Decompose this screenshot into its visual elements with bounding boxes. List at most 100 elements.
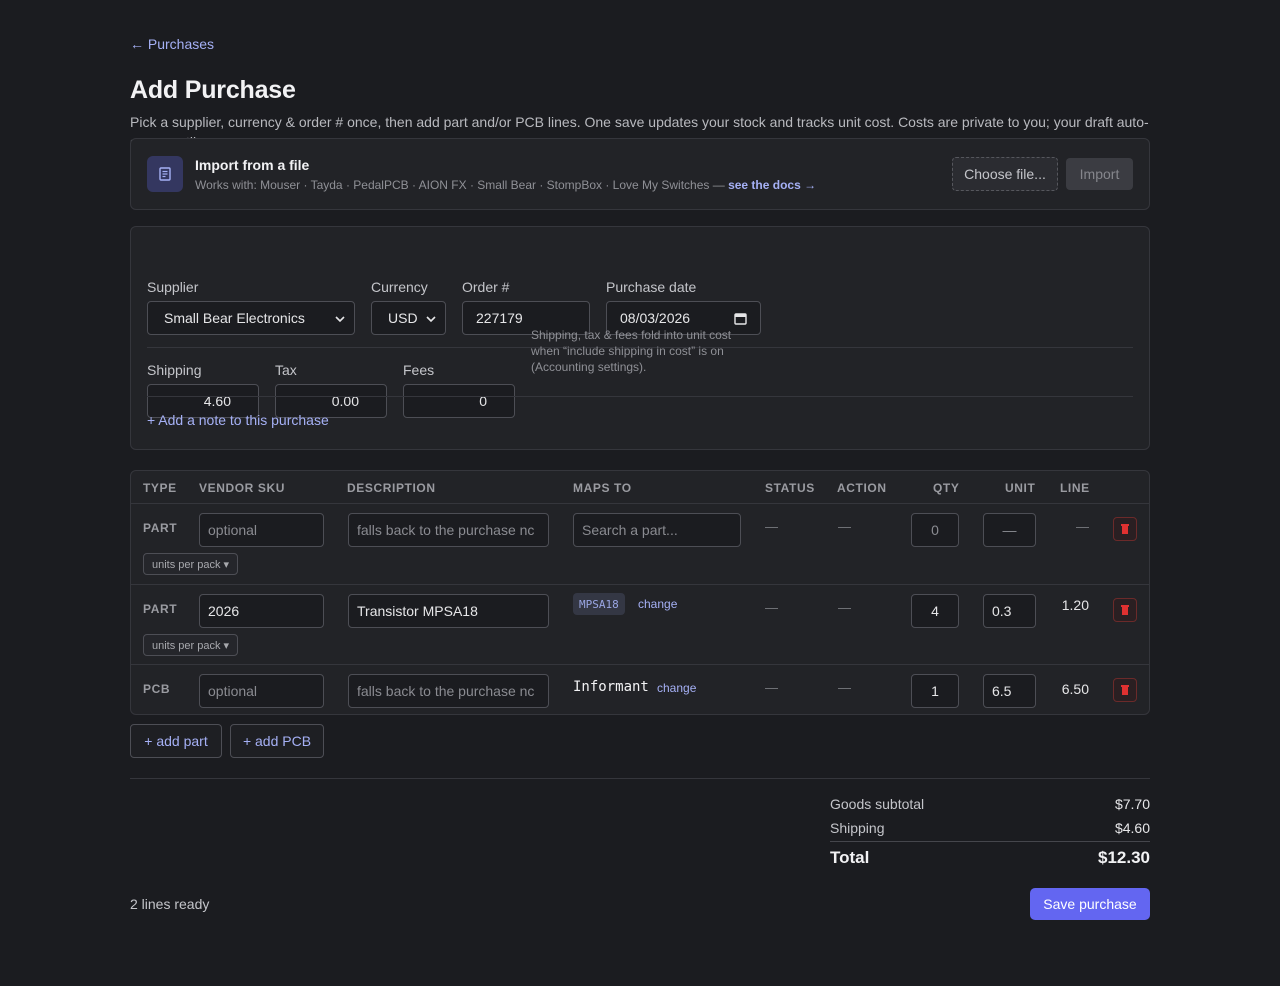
goods-subtotal-label: Goods subtotal [830, 796, 925, 812]
section-divider [130, 778, 1150, 779]
shipping-total-value: $4.60 [1114, 820, 1150, 836]
units-per-pack-toggle[interactable]: units per pack ▾ [143, 553, 239, 575]
unit-cost-input[interactable]: 0.3 [983, 594, 1036, 628]
unit-cost-value: — [1002, 522, 1017, 538]
shipping-label: Shipping [147, 362, 202, 378]
purchase-details-card: Supplier Small Bear Electronics Currency… [130, 226, 1150, 450]
goods-subtotal-row: Goods subtotal $7.70 [830, 796, 1150, 812]
supplier-value: Small Bear Electronics [164, 310, 305, 326]
column-header-line: LINE [1060, 481, 1090, 495]
add-pcb-button[interactable]: + add PCB [230, 724, 324, 758]
description-input[interactable]: falls back to the purchase nc [348, 674, 549, 708]
currency-select[interactable]: USD [371, 301, 446, 335]
back-to-purchases-link[interactable]: ← Purchases [130, 34, 214, 54]
qty-value: 1 [931, 683, 939, 699]
line-total: — [1076, 519, 1089, 534]
qty-input[interactable]: 0 [911, 513, 959, 547]
column-header-description: DESCRIPTION [347, 481, 436, 495]
line-total: 1.20 [1061, 597, 1089, 613]
qty-value: 0 [931, 522, 939, 538]
vendor-sku-input[interactable]: optional [199, 513, 324, 547]
row-type: PCB [143, 682, 171, 696]
add-note-link[interactable]: + Add a note to this purchase [147, 412, 329, 428]
column-header-unit: UNIT [1005, 481, 1036, 495]
fees-input[interactable]: 0 [403, 384, 515, 418]
save-purchase-button[interactable]: Save purchase [1030, 888, 1150, 920]
row-type: PART [143, 521, 178, 535]
supplier-select[interactable]: Small Bear Electronics [147, 301, 355, 335]
calendar-icon[interactable] [734, 312, 747, 325]
table-row: PCB optional falls back to the purchase … [131, 664, 1149, 714]
grand-total-row: Total $12.30 [830, 848, 1150, 868]
receipt-icon [147, 156, 183, 192]
grand-total-label: Total [830, 848, 870, 867]
grand-total-value: $12.30 [1098, 848, 1150, 867]
chevron-down-icon [335, 316, 345, 323]
table-row: PART 2026 Transistor MPSA18 MPSA18 chang… [131, 584, 1149, 664]
supplier-label: Supplier [147, 279, 199, 295]
add-part-button[interactable]: + add part [130, 724, 222, 758]
lines-ready-status: 2 lines ready [130, 896, 210, 912]
import-button[interactable]: Import [1066, 158, 1133, 190]
import-supported-vendors: Works with: Mouser · Tayda · PedalPCB · … [195, 178, 816, 192]
purchase-date-label: Purchase date [606, 279, 697, 295]
page: ← Purchases Add Purchase Pick a supplier… [130, 0, 1150, 920]
trash-icon [1121, 605, 1129, 615]
row-action: — [838, 680, 851, 695]
currency-value: USD [388, 310, 418, 326]
column-header-type: TYPE [143, 481, 177, 495]
totals-divider [830, 841, 1150, 842]
unit-cost-value: 6.5 [992, 683, 1012, 699]
currency-label: Currency [371, 279, 428, 295]
change-mapping-link[interactable]: change [638, 597, 677, 611]
description-value: Transistor MPSA18 [357, 603, 478, 619]
maps-to-search-input[interactable]: Search a part... [573, 513, 741, 547]
column-header-status: STATUS [765, 481, 815, 495]
import-works-with: Works with: Mouser · Tayda · PedalPCB · … [195, 178, 725, 192]
vendor-sku-input[interactable]: optional [199, 674, 324, 708]
description-input[interactable]: falls back to the purchase nc [348, 513, 549, 547]
tax-label: Tax [275, 362, 297, 378]
goods-subtotal-value: $7.70 [1114, 796, 1150, 812]
delete-row-button[interactable] [1113, 678, 1137, 702]
fees-label: Fees [403, 362, 435, 378]
delete-row-button[interactable] [1113, 517, 1137, 541]
see-docs-link[interactable]: see the docs → [728, 178, 816, 192]
page-title: Add Purchase [130, 76, 296, 104]
trash-icon [1121, 685, 1129, 695]
qty-input[interactable]: 1 [911, 674, 959, 708]
shipping-total-row: Shipping $4.60 [830, 820, 1150, 836]
trash-icon [1121, 524, 1129, 534]
mapped-part-badge: MPSA18 [573, 593, 625, 615]
change-mapping-link[interactable]: change [657, 681, 696, 695]
vendor-sku-placeholder: optional [208, 683, 258, 699]
vendor-sku-input[interactable]: 2026 [199, 594, 324, 628]
delete-row-button[interactable] [1113, 598, 1137, 622]
unit-cost-value: 0.3 [992, 603, 1012, 619]
row-status: — [765, 680, 778, 695]
form-divider-2 [147, 396, 1133, 397]
chevron-down-icon [426, 316, 436, 323]
column-header-maps-to: MAPS TO [573, 481, 632, 495]
mapped-pcb-name: Informant [573, 679, 649, 695]
qty-value: 4 [931, 603, 939, 619]
line-total: 6.50 [1061, 681, 1089, 697]
maps-to-placeholder: Search a part... [582, 522, 678, 538]
vendor-sku-value: 2026 [208, 603, 240, 619]
purchase-lines-table: TYPE VENDOR SKU DESCRIPTION MAPS TO STAT… [130, 470, 1150, 715]
unit-cost-input[interactable]: 6.5 [983, 674, 1036, 708]
units-per-pack-toggle[interactable]: units per pack ▾ [143, 634, 239, 656]
row-action: — [838, 600, 851, 615]
cost-hint: Shipping, tax & fees fold into unit cost… [531, 328, 732, 374]
order-number-value: 227179 [476, 310, 523, 326]
import-card: Import from a file Works with: Mouser · … [130, 138, 1150, 210]
qty-input[interactable]: 4 [911, 594, 959, 628]
description-input[interactable]: Transistor MPSA18 [348, 594, 549, 628]
column-header-action: ACTION [837, 481, 887, 495]
column-header-qty: QTY [933, 481, 960, 495]
unit-cost-input[interactable]: — [983, 513, 1036, 547]
description-placeholder: falls back to the purchase nc [357, 683, 535, 699]
row-action: — [838, 519, 851, 534]
row-type: PART [143, 602, 178, 616]
choose-file-button[interactable]: Choose file... [952, 157, 1058, 191]
